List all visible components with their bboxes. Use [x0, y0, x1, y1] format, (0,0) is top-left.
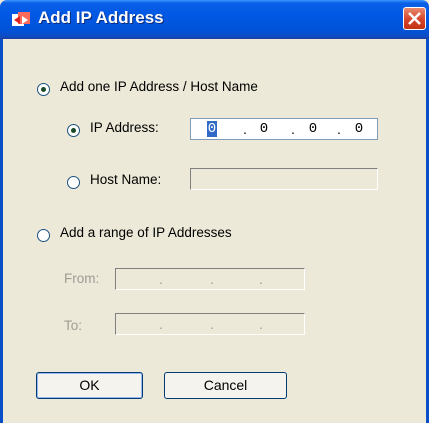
- ip-address-label: IP Address:: [90, 120, 159, 135]
- ip-dot: .: [159, 271, 163, 287]
- ip-dot: .: [210, 271, 214, 287]
- add-one-label: Add one IP Address / Host Name: [60, 79, 258, 94]
- add-one-radio[interactable]: [37, 83, 50, 96]
- close-button[interactable]: [403, 7, 426, 30]
- cancel-button[interactable]: Cancel: [164, 372, 287, 399]
- ip-dot: .: [291, 121, 295, 137]
- ip-dot: .: [243, 121, 247, 137]
- ip-address-field[interactable]: 0 . 0 . 0 . 0: [190, 118, 378, 140]
- host-name-radio[interactable]: [67, 176, 80, 189]
- add-range-radio[interactable]: [37, 229, 50, 242]
- to-label: To:: [64, 318, 83, 333]
- ip-dot: .: [337, 121, 341, 137]
- ip-octet-4[interactable]: 0: [353, 121, 365, 137]
- ip-dot: .: [259, 316, 263, 332]
- from-label: From:: [64, 271, 100, 286]
- window-title: Add IP Address: [38, 8, 164, 27]
- ip-octet-1[interactable]: 0: [207, 121, 217, 137]
- ok-button[interactable]: OK: [36, 372, 143, 399]
- host-name-label: Host Name:: [90, 172, 162, 187]
- ip-octet-2[interactable]: 0: [258, 121, 270, 137]
- range-to-field[interactable]: . . .: [115, 313, 305, 335]
- range-from-field[interactable]: . . .: [115, 268, 305, 290]
- close-icon: [408, 12, 421, 25]
- network-transfer-icon: [12, 12, 30, 26]
- add-range-label: Add a range of IP Addresses: [60, 225, 232, 240]
- ip-dot: .: [210, 316, 214, 332]
- window-frame-left: [0, 39, 3, 423]
- ip-octet-3[interactable]: 0: [307, 121, 319, 137]
- host-name-field[interactable]: [190, 168, 378, 190]
- ip-address-radio[interactable]: [67, 124, 80, 137]
- ip-dot: .: [159, 316, 163, 332]
- ip-dot: .: [259, 271, 263, 287]
- title-bar[interactable]: Add IP Address: [0, 0, 429, 39]
